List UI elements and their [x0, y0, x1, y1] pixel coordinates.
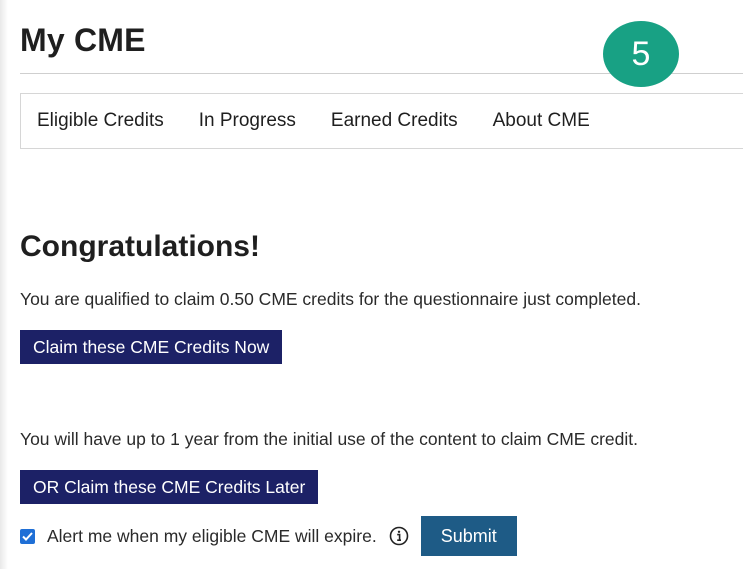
- tab-eligible-credits[interactable]: Eligible Credits: [37, 110, 164, 132]
- qualified-message: You are qualified to claim 0.50 CME cred…: [20, 289, 641, 309]
- info-circle-icon[interactable]: [389, 526, 409, 546]
- tab-in-progress[interactable]: In Progress: [199, 110, 296, 132]
- congratulations-heading: Congratulations!: [20, 230, 260, 263]
- expiry-alert-checkbox[interactable]: [20, 528, 35, 544]
- expiry-alert-label: Alert me when my eligible CME will expir…: [47, 525, 377, 546]
- page: My CME 5 Eligible Credits In Progress Ea…: [0, 0, 743, 569]
- page-title: My CME: [20, 22, 146, 58]
- claim-now-button[interactable]: Claim these CME Credits Now: [20, 330, 283, 364]
- step-number-badge: 5: [603, 21, 679, 87]
- submit-button[interactable]: Submit: [420, 516, 517, 556]
- tab-about-cme[interactable]: About CME: [493, 110, 590, 132]
- expiry-alert-row: Alert me when my eligible CME will expir…: [20, 516, 517, 556]
- checkmark-icon: [22, 531, 33, 541]
- tab-earned-credits[interactable]: Earned Credits: [331, 110, 458, 132]
- cme-tab-bar: Eligible Credits In Progress Earned Cred…: [20, 93, 743, 149]
- claim-deadline-message: You will have up to 1 year from the init…: [20, 429, 638, 449]
- window-shadow: [0, 0, 8, 569]
- claim-later-button[interactable]: OR Claim these CME Credits Later: [20, 470, 319, 504]
